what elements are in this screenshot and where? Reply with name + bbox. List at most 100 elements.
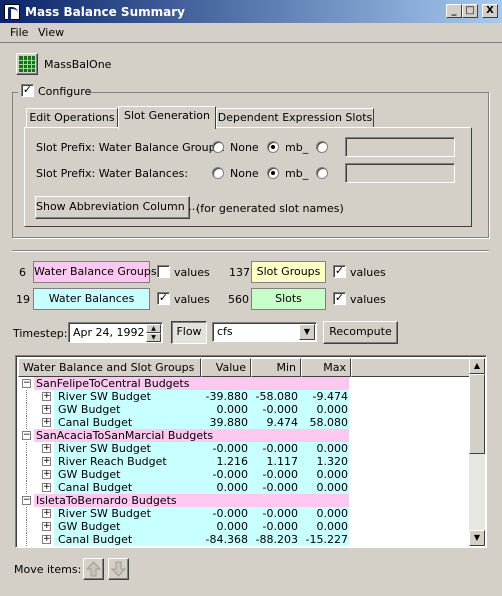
groups-none-radio[interactable] <box>212 141 224 153</box>
table-row[interactable]: + GW Budget -0.000 -0.000 0.000 <box>18 468 470 481</box>
expand-icon[interactable]: + <box>42 535 51 544</box>
configure-checkbox[interactable]: ✓ <box>21 84 34 97</box>
cell-max: 0.000 <box>316 507 349 520</box>
wbg-values-checkbox[interactable] <box>157 265 170 278</box>
group-row[interactable]: − SanFelipeToCentral Budgets <box>18 377 470 390</box>
water-balances-button[interactable]: Water Balances <box>33 288 150 310</box>
tab-dependent-expression-slots[interactable]: Dependent Expression Slots <box>216 108 374 128</box>
col-header-min[interactable]: Min <box>251 358 301 377</box>
up-arrow-icon <box>85 561 102 577</box>
sg-values-checkbox[interactable]: ✓ <box>333 265 346 278</box>
table-row[interactable]: + GW Budget 0.000 -0.000 0.000 <box>18 403 470 416</box>
slots-values-label: values <box>350 293 386 306</box>
expand-icon[interactable]: + <box>42 392 51 401</box>
units-select[interactable]: cfs ▼ <box>212 322 317 342</box>
col-header-value[interactable]: Value <box>201 358 251 377</box>
flow-toggle-button[interactable]: Flow <box>171 321 207 344</box>
cell-value: 39.880 <box>209 416 249 429</box>
table-row[interactable]: + GW Budget 0.000 -0.000 0.000 <box>18 520 470 533</box>
recompute-button[interactable]: Recompute <box>323 321 398 344</box>
scroll-up-button[interactable]: ▲ <box>469 358 485 374</box>
table-row[interactable]: + River Reach Budget 1.216 1.117 1.320 <box>18 455 470 468</box>
timestep-spinner[interactable]: Apr 24, 1992 ▲ ▼ <box>68 322 163 343</box>
scroll-thumb[interactable] <box>469 374 485 454</box>
row-name: Canal Budget <box>58 481 133 494</box>
balances-mb-label: mb_ <box>285 167 309 180</box>
slot-groups-button[interactable]: Slot Groups <box>251 261 326 283</box>
group-row[interactable]: − SanAcaciaToSanMarcial Budgets <box>18 429 470 442</box>
vertical-scrollbar[interactable]: ▲ ▼ <box>469 358 485 546</box>
balances-none-radio[interactable] <box>212 167 224 179</box>
minimize-button[interactable]: _ <box>446 4 462 18</box>
row-name: GW Budget <box>58 403 121 416</box>
tree-guide <box>26 455 27 468</box>
cell-max: 0.000 <box>316 481 349 494</box>
table-row[interactable]: + Canal Budget -84.368 -88.203 -15.227 <box>18 533 470 546</box>
row-name: River SW Budget <box>58 390 151 403</box>
expand-icon[interactable]: + <box>42 483 51 492</box>
tab-edit-operations[interactable]: Edit Operations <box>26 108 118 128</box>
maximize-button[interactable]: □ <box>462 4 478 18</box>
tree-guide <box>26 520 27 533</box>
cell-min: -88.203 <box>255 533 298 546</box>
col-header-max[interactable]: Max <box>301 358 351 377</box>
tree-body: − SanFelipeToCentral Budgets + River SW Bud… <box>18 377 470 547</box>
show-abbreviation-button[interactable]: Show Abbreviation Column ... <box>35 196 199 219</box>
slots-values-checkbox[interactable]: ✓ <box>333 292 346 305</box>
tab-slot-generation[interactable]: Slot Generation <box>118 106 216 129</box>
expand-icon[interactable]: + <box>42 418 51 427</box>
table-row[interactable]: + River SW Budget -0.000 -0.000 0.000 <box>18 507 470 520</box>
chevron-down-icon[interactable]: ▼ <box>299 324 315 340</box>
spin-down-button[interactable]: ▼ <box>146 333 161 342</box>
balances-none-label: None <box>230 167 259 180</box>
expand-icon[interactable]: + <box>42 470 51 479</box>
row-name: GW Budget <box>58 520 121 533</box>
expand-icon[interactable]: + <box>42 457 51 466</box>
balances-mb-radio[interactable] <box>267 167 279 179</box>
menu-view[interactable]: View <box>38 26 64 39</box>
water-balance-groups-button[interactable]: Water Balance Groups <box>33 261 157 283</box>
section-divider <box>12 250 489 251</box>
cell-value: -39.880 <box>205 390 248 403</box>
timestep-label: Timestep: <box>13 327 68 340</box>
collapse-icon[interactable]: − <box>22 496 31 505</box>
balances-custom-radio[interactable] <box>316 167 328 179</box>
table-row[interactable]: + River SW Budget -39.880 -58.080 -9.474 <box>18 390 470 403</box>
cell-value: 0.000 <box>216 403 249 416</box>
cell-value: 1.216 <box>216 455 249 468</box>
expand-icon[interactable]: + <box>42 405 51 414</box>
expand-icon[interactable]: + <box>42 509 51 518</box>
groups-mb-radio[interactable] <box>267 141 279 153</box>
expand-icon[interactable]: + <box>42 444 51 453</box>
cell-value: -84.368 <box>205 533 248 546</box>
expand-icon[interactable]: + <box>42 522 51 531</box>
cell-min: 9.474 <box>266 416 299 429</box>
move-down-button[interactable] <box>108 558 129 580</box>
scroll-down-button[interactable]: ▼ <box>469 530 485 546</box>
down-arrow-icon <box>110 561 127 577</box>
col-header-name[interactable]: Water Balance and Slot Groups <box>18 358 201 377</box>
group-row[interactable]: − IsletaToBernardo Budgets <box>18 494 470 507</box>
groups-custom-radio[interactable] <box>316 141 328 153</box>
model-button[interactable] <box>16 53 38 75</box>
spin-up-button[interactable]: ▲ <box>146 324 161 333</box>
menu-file[interactable]: File <box>10 26 28 39</box>
abbreviation-note: (for generated slot names) <box>196 202 344 215</box>
tree-guide <box>26 390 27 403</box>
collapse-icon[interactable]: − <box>22 379 31 388</box>
groups-custom-prefix-field[interactable] <box>345 137 455 157</box>
balances-custom-prefix-field[interactable] <box>345 163 455 183</box>
cell-max: 1.320 <box>316 455 349 468</box>
wb-values-checkbox[interactable]: ✓ <box>157 292 170 305</box>
close-button[interactable]: X <box>482 4 498 18</box>
collapse-icon[interactable]: − <box>22 431 31 440</box>
cell-max: -9.474 <box>312 390 348 403</box>
slots-button[interactable]: Slots <box>251 288 326 310</box>
app-icon[interactable] <box>4 4 20 20</box>
wb-values-label: values <box>174 293 210 306</box>
move-up-button[interactable] <box>83 558 104 580</box>
row-name: River SW Budget <box>58 442 151 455</box>
table-row[interactable]: + Canal Budget 0.000 -0.000 0.000 <box>18 481 470 494</box>
table-row[interactable]: + River SW Budget -0.000 -0.000 0.000 <box>18 442 470 455</box>
table-row[interactable]: + Canal Budget 39.880 9.474 58.080 <box>18 416 470 429</box>
